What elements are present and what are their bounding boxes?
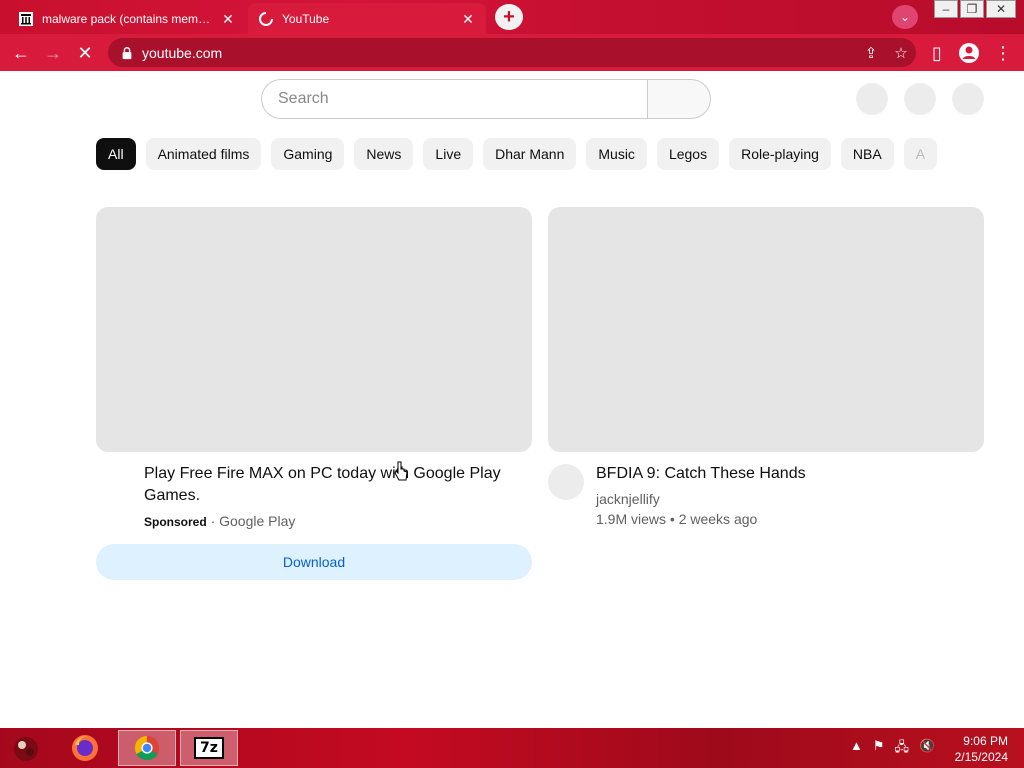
category-chips-bar: All Animated films Gaming News Live Dhar Mann…	[96, 138, 941, 172]
menu-kebab-icon[interactable]: ⋮	[990, 40, 1016, 66]
chip-gaming[interactable]: Gaming	[271, 138, 345, 170]
close-tab-icon[interactable]: ✕	[220, 11, 236, 27]
firefox-taskbar-icon[interactable]	[56, 730, 114, 766]
search-button[interactable]	[647, 79, 711, 119]
bookmark-star-icon[interactable]: ☆	[886, 44, 916, 62]
minimize-button[interactable]: –	[934, 0, 958, 18]
tab-malware-pack[interactable]: malware pack (contains memz) : ✕	[8, 3, 246, 34]
account-avatar-placeholder[interactable]	[952, 83, 984, 115]
loading-spinner-icon	[259, 11, 273, 26]
meta-separator: ·	[210, 513, 216, 529]
lock-icon	[122, 46, 132, 59]
stop-loading-icon[interactable]: ✕	[72, 40, 98, 66]
forward-arrow-icon[interactable]: →	[40, 40, 66, 66]
chip-role-playing[interactable]: Role-playing	[729, 138, 831, 170]
channel-avatar[interactable]	[548, 464, 584, 500]
channel-name[interactable]: jacknjellify	[596, 491, 660, 507]
chip-truncated[interactable]: A	[903, 138, 938, 170]
chip-all[interactable]: All	[96, 138, 136, 170]
tab-youtube[interactable]: YouTube ✕	[248, 3, 486, 34]
tab-title: YouTube	[282, 11, 330, 26]
advertiser-name: Google Play	[219, 513, 296, 529]
ad-title[interactable]: Play Free Fire MAX on PC today with Goog…	[144, 463, 524, 507]
chip-live[interactable]: Live	[423, 138, 474, 170]
share-icon[interactable]: ⇪	[856, 44, 886, 62]
restore-button[interactable]: ❐	[960, 0, 984, 18]
ad-thumbnail[interactable]	[96, 207, 532, 452]
clock-date: 2/15/2024	[954, 750, 1008, 764]
taskbar-clock[interactable]: 9:06 PM 2/15/2024	[955, 733, 1008, 765]
archive-org-icon	[19, 11, 33, 26]
chrome-taskbar-icon[interactable]	[118, 730, 176, 766]
search-input[interactable]: Search	[261, 79, 649, 119]
download-button[interactable]: Download	[96, 544, 532, 580]
clock-time: 9:06 PM	[963, 734, 1008, 748]
chip-animated-films[interactable]: Animated films	[145, 138, 262, 170]
network-icon[interactable]: 🖧	[895, 738, 910, 760]
profile-avatar-icon[interactable]	[956, 40, 982, 66]
tab-search-icon[interactable]: ⌄	[892, 5, 918, 29]
tab-title: malware pack (contains memz) :	[42, 11, 214, 26]
window-controls: – ❐ ✕	[932, 0, 1016, 18]
address-bar[interactable]: youtube.com ⇪ ☆	[108, 38, 916, 67]
chip-news[interactable]: News	[354, 138, 414, 170]
show-hidden-icons-icon[interactable]: ▲	[850, 738, 863, 760]
7zip-taskbar-icon[interactable]: 7z	[180, 730, 238, 766]
action-center-flag-icon[interactable]: ⚑	[873, 738, 885, 760]
side-panel-icon[interactable]: ▯	[924, 40, 950, 66]
sponsored-label: Sponsored	[144, 515, 207, 529]
chip-legos[interactable]: Legos	[656, 138, 720, 170]
browser-toolbar: ← → ✕ youtube.com ⇪ ☆ ▯ ⋮	[0, 34, 1024, 71]
video-stats: 1.9M views • 2 weeks ago	[596, 511, 758, 527]
browser-tab-strip: malware pack (contains memz) : ✕ YouTube…	[0, 0, 1024, 34]
ad-meta: Sponsored · Google Play	[144, 513, 295, 529]
chip-dhar-mann[interactable]: Dhar Mann	[483, 138, 577, 170]
video-title[interactable]: BFDIA 9: Catch These Hands	[596, 463, 806, 485]
create-icon-placeholder[interactable]	[856, 83, 888, 115]
notifications-icon-placeholder[interactable]	[904, 83, 936, 115]
hand-cursor-icon	[394, 461, 408, 481]
chip-music[interactable]: Music	[586, 138, 647, 170]
back-arrow-icon[interactable]: ←	[8, 40, 34, 66]
new-tab-button[interactable]: +	[495, 4, 523, 30]
chip-nba[interactable]: NBA	[840, 138, 894, 170]
close-window-button[interactable]: ✕	[986, 0, 1016, 18]
system-tray: ▲ ⚑ 🖧 🔇	[850, 738, 935, 760]
volume-muted-icon[interactable]: 🔇	[919, 738, 935, 760]
url-text: youtube.com	[142, 44, 223, 61]
video-thumbnail[interactable]	[548, 207, 984, 452]
close-tab-icon[interactable]: ✕	[460, 11, 476, 27]
start-orb-icon[interactable]	[0, 730, 52, 766]
